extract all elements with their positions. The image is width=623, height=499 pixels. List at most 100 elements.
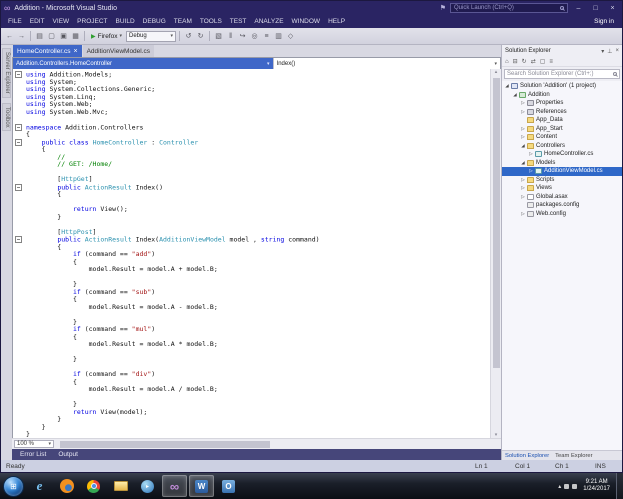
code-line[interactable]: model.Result = model.A / model.B; (13, 385, 490, 394)
collapse-all-icon[interactable]: ⊟ (513, 58, 518, 65)
code-line[interactable]: using Addition.Models; (13, 71, 490, 79)
media-player-button[interactable]: ▸ (135, 475, 160, 497)
code-line[interactable]: model.Result = model.A - model.B; (13, 303, 490, 312)
sign-in-button[interactable]: Sign in (594, 18, 614, 25)
tree-item-controllers[interactable]: ◢ Controllers (502, 142, 622, 151)
tree-item-global-asax[interactable]: ▷ Global.asax (502, 193, 622, 202)
expand-collapsed-icon[interactable]: ▷ (520, 109, 526, 115)
code-line[interactable]: if (command == "mul") (13, 325, 490, 334)
redo-icon[interactable]: ↻ (195, 32, 206, 40)
volume-icon[interactable] (572, 483, 578, 489)
undo-icon[interactable]: ↺ (183, 32, 194, 40)
tree-item-web-config[interactable]: ▷ Web.config (502, 210, 622, 219)
tab-homecontroller-cs[interactable]: HomeController.cs × (13, 45, 82, 57)
code-line[interactable]: } (13, 430, 490, 438)
code-line[interactable]: // GET: /Home/ (13, 160, 490, 169)
expand-expanded-icon[interactable]: ◢ (504, 83, 510, 89)
expand-collapsed-icon[interactable]: ▷ (528, 151, 534, 157)
tree-item-packages-config[interactable]: packages.config (502, 201, 622, 210)
code-line[interactable]: if (command == "div") (13, 370, 490, 379)
sync-icon[interactable]: ⇄ (531, 58, 536, 65)
code-editor[interactable]: using Addition.Models; using System; using… (13, 69, 490, 438)
solution-explorer-search[interactable]: Search Solution Explorer (Ctrl+;) (504, 69, 620, 79)
code-line[interactable]: { (13, 145, 490, 154)
code-line[interactable]: namespace Addition.Controllers (13, 123, 490, 132)
tree-item-solution-addition-1-project[interactable]: ◢ Solution 'Addition' (1 project) (502, 82, 622, 91)
menu-project[interactable]: PROJECT (73, 18, 111, 25)
maximize-button[interactable]: □ (589, 5, 602, 12)
chevron-down-icon[interactable]: ▾ (120, 33, 123, 39)
preview-icon[interactable]: ▢ (540, 58, 546, 65)
internet-explorer-button[interactable]: e (27, 475, 52, 497)
solution-configuration-dropdown[interactable]: Debug ▾ (126, 30, 177, 42)
quick-launch-input[interactable]: Quick Launch (Ctrl+Q) (450, 3, 568, 13)
expand-collapsed-icon[interactable]: ▷ (520, 126, 526, 132)
code-line[interactable] (13, 311, 490, 319)
menu-help[interactable]: HELP (324, 18, 349, 25)
firefox-button[interactable] (54, 475, 79, 497)
code-line[interactable]: } (13, 355, 490, 364)
menu-analyze[interactable]: ANALYZE (250, 18, 287, 25)
code-line[interactable]: public class HomeController : Controller (13, 138, 490, 147)
chrome-button[interactable] (81, 475, 106, 497)
back-icon[interactable]: ← (4, 33, 15, 40)
code-line[interactable]: if (command == "add") (13, 250, 490, 259)
scroll-down-icon[interactable]: ▾ (491, 432, 501, 438)
close-tab-icon[interactable]: × (73, 48, 77, 55)
expand-expanded-icon[interactable]: ◢ (520, 160, 526, 166)
close-button[interactable]: × (606, 5, 619, 12)
fold-collapse-icon[interactable] (15, 138, 22, 146)
refresh-icon[interactable]: ↻ (522, 58, 527, 65)
network-icon[interactable] (564, 483, 570, 489)
editor-horizontal-scrollbar[interactable] (56, 439, 501, 449)
menu-view[interactable]: VIEW (49, 18, 74, 25)
expand-expanded-icon[interactable]: ◢ (512, 92, 518, 98)
editor-vertical-scrollbar[interactable]: ▴ ▾ (490, 69, 501, 438)
tree-item-scripts[interactable]: ▷ Scripts (502, 176, 622, 185)
code-line[interactable]: public ActionResult Index(AdditionViewMo… (13, 236, 490, 244)
code-line[interactable]: } (13, 423, 490, 432)
new-project-icon[interactable]: ▤ (34, 32, 45, 40)
menu-debug[interactable]: DEBUG (139, 18, 170, 25)
menu-test[interactable]: TEST (226, 18, 251, 25)
panel-tab-error-list[interactable]: Error List (20, 451, 46, 458)
outlook-button[interactable]: O (216, 475, 241, 497)
zoom-control[interactable]: 100 % ▾ (14, 440, 54, 448)
find-icon[interactable]: ◎ (249, 32, 260, 40)
save-all-icon[interactable]: ▦ (70, 32, 81, 40)
tree-item-homecontroller-cs[interactable]: ▷ HomeController.cs (502, 150, 622, 159)
expand-collapsed-icon[interactable]: ▷ (520, 177, 526, 183)
scroll-up-icon[interactable]: ▴ (491, 69, 501, 75)
scrollbar-thumb[interactable] (493, 78, 500, 368)
panel-tab-output[interactable]: Output (58, 451, 78, 458)
build-icon[interactable]: ▧ (213, 32, 224, 40)
file-explorer-button[interactable] (108, 475, 133, 497)
expand-collapsed-icon[interactable]: ▷ (528, 168, 534, 174)
tree-item-app-start[interactable]: ▷ App_Start (502, 125, 622, 134)
word-button[interactable]: W (189, 475, 214, 497)
start-debug-button[interactable]: ▶ Firefox ▾ (88, 32, 125, 41)
code-line[interactable]: return View(); (13, 205, 490, 214)
menu-build[interactable]: BUILD (112, 18, 139, 25)
fold-collapse-icon[interactable] (15, 71, 22, 78)
open-file-icon[interactable]: ▢ (46, 32, 57, 40)
code-line[interactable]: } (13, 415, 490, 424)
menu-file[interactable]: FILE (4, 18, 26, 25)
menu-window[interactable]: WINDOW (288, 18, 325, 25)
code-line[interactable] (13, 349, 490, 357)
break-all-icon[interactable]: ‖ (225, 33, 236, 40)
home-icon[interactable]: ⌂ (505, 59, 509, 65)
visual-studio-button[interactable]: ∞ (162, 475, 187, 497)
solution-explorer-tool-icon[interactable]: ≡ (261, 33, 272, 40)
type-dropdown[interactable]: Addition.Controllers.HomeController ▾ (13, 58, 273, 69)
tree-item-models[interactable]: ◢ Models (502, 159, 622, 168)
menu-team[interactable]: TEAM (170, 18, 196, 25)
save-icon[interactable]: ▣ (58, 32, 69, 40)
tab-additionviewmodel-cs[interactable]: AdditionViewModel.cs (82, 45, 155, 57)
code-line[interactable]: } (13, 213, 490, 222)
expand-collapsed-icon[interactable]: ▷ (520, 185, 526, 191)
tree-item-additionviewmodel-cs[interactable]: ▷ AdditionViewModel.cs (502, 167, 622, 176)
fold-collapse-icon[interactable] (15, 183, 22, 191)
notifications-flag-icon[interactable]: ⚑ (440, 4, 446, 12)
pin-icon[interactable]: ⊥ (607, 48, 612, 55)
